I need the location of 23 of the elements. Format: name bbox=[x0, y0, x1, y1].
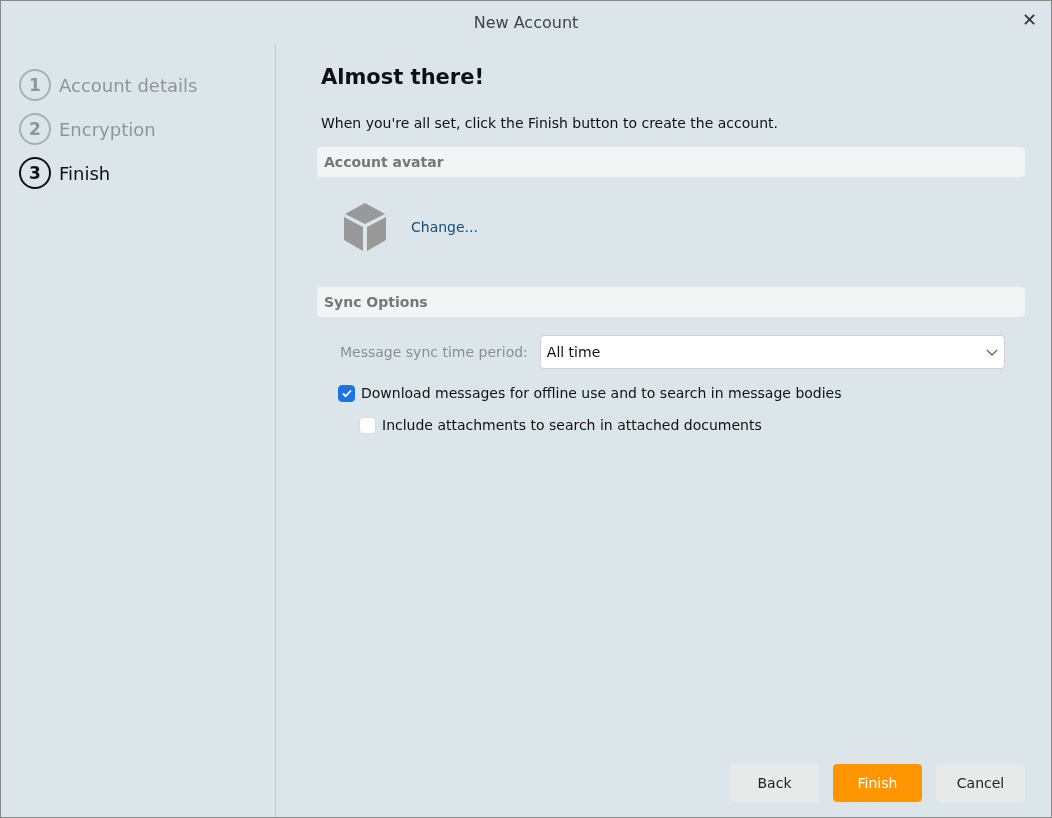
field-label: Message sync time period: bbox=[340, 344, 528, 360]
change-link[interactable]: Change... bbox=[411, 219, 478, 235]
sync-period-dropdown[interactable]: All time bbox=[539, 335, 1005, 369]
step-number: 3 bbox=[19, 157, 51, 189]
step-number: 2 bbox=[19, 113, 51, 145]
section-header: Sync Options bbox=[317, 287, 1025, 317]
window-title: New Account bbox=[473, 12, 579, 32]
intro-text: When you're all set, click the Finish button to create the account. bbox=[321, 115, 779, 131]
step-label: Account details bbox=[59, 74, 198, 96]
cube-icon bbox=[343, 202, 387, 252]
dialog-button[interactable]: Cancel bbox=[936, 764, 1025, 802]
step-label: Encryption bbox=[59, 118, 156, 140]
step-label: Finish bbox=[59, 162, 111, 184]
close-button[interactable]: ✕ bbox=[1021, 9, 1037, 30]
chevron-down-icon bbox=[986, 348, 998, 356]
section-header: Account avatar bbox=[317, 147, 1025, 177]
checkbox-label[interactable]: Include attachments to search in attached documents bbox=[382, 417, 762, 433]
step-number: 1 bbox=[19, 69, 51, 101]
checkmark-icon bbox=[340, 387, 353, 399]
dialog-button[interactable]: Back bbox=[730, 764, 819, 802]
page-heading: Almost there! bbox=[321, 65, 486, 89]
checkbox[interactable] bbox=[338, 384, 355, 402]
checkbox-label[interactable]: Download messages for offline use and to search in message bodies bbox=[361, 385, 842, 401]
